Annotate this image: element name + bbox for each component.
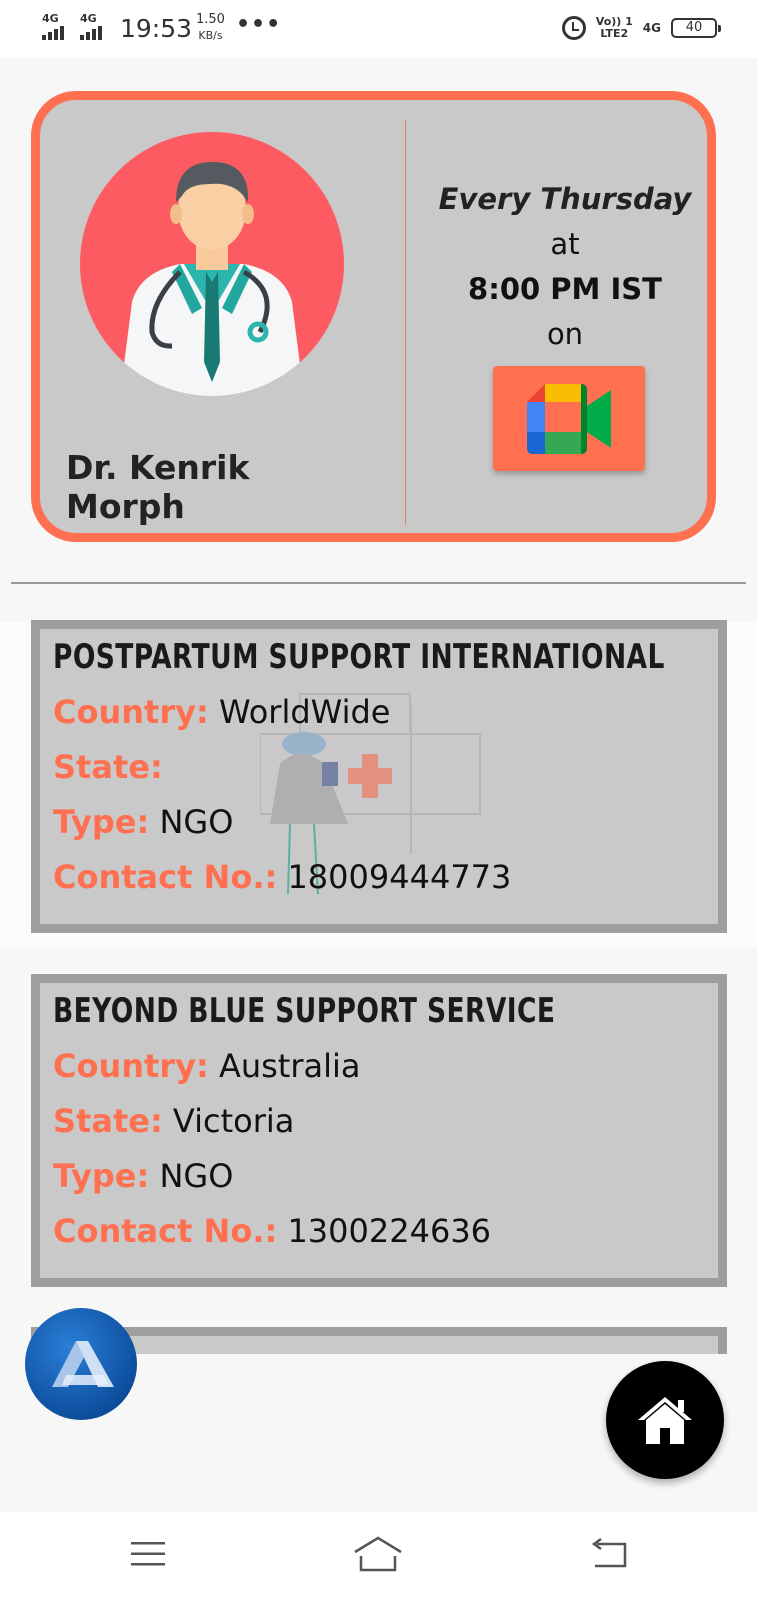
org-card[interactable]: BEYOND BLUE SUPPORT SERVICE Country: Aus…	[31, 974, 727, 1287]
type-label: Type:	[53, 803, 150, 841]
nav-back-button[interactable]	[584, 1534, 634, 1574]
contact-value[interactable]: 1300224636	[287, 1212, 491, 1250]
org-title: POSTPARTUM SUPPORT INTERNATIONAL	[53, 637, 665, 677]
org-state-row: State:	[53, 748, 163, 786]
session-time: 8:00 PM IST	[468, 272, 662, 306]
org-country-row: Country: Australia	[53, 1047, 360, 1085]
network-type-3: 4G	[642, 21, 661, 35]
signal-icon-2	[80, 26, 102, 40]
contact-label: Contact No.:	[53, 1212, 278, 1250]
org-type-row: Type: NGO	[53, 803, 233, 841]
home-icon	[638, 1397, 692, 1444]
type-value: NGO	[159, 803, 234, 841]
country-value: WorldWide	[218, 693, 391, 731]
country-label: Country:	[53, 693, 209, 731]
google-meet-button[interactable]	[493, 366, 645, 471]
nav-home-button[interactable]	[353, 1534, 403, 1574]
system-nav-bar	[0, 1512, 757, 1600]
org-title: BEYOND BLUE SUPPORT SERVICE	[53, 991, 556, 1031]
doctor-name: Dr. Kenrik Morph	[66, 448, 250, 526]
org-type-row: Type: NGO	[53, 1157, 233, 1195]
app-logo-icon	[52, 1341, 114, 1387]
alarm-icon	[561, 16, 586, 40]
nav-menu-button[interactable]	[123, 1534, 173, 1574]
state-value: Victoria	[172, 1102, 295, 1140]
doctor-session-card: Dr. Kenrik Morph Every Thursday at 8:00 …	[31, 91, 716, 542]
menu-icon	[131, 1542, 165, 1566]
network-speed: 1.50 KB/s	[196, 12, 225, 44]
session-day: Every Thursday	[438, 182, 692, 216]
home-outline-icon	[354, 1536, 402, 1572]
status-bar: 4G 4G 19:53 1.50 KB/s ••• Vo)) 1 LTE2 4G…	[0, 0, 757, 58]
back-icon	[591, 1538, 627, 1568]
speed-value: 1.50	[196, 12, 225, 27]
type-label: Type:	[53, 1157, 150, 1195]
org-card[interactable]: POSTPARTUM SUPPORT INTERNATIONAL Country…	[31, 620, 727, 933]
org-contact-row[interactable]: Contact No.: 18009444773	[53, 858, 511, 896]
session-schedule: Every Thursday at 8:00 PM IST on	[420, 176, 710, 356]
app-logo-button[interactable]	[25, 1308, 137, 1420]
doctor-illustration-icon	[120, 162, 304, 396]
signal-icon-1	[42, 26, 64, 40]
google-meet-icon	[527, 383, 611, 454]
contact-label: Contact No.:	[53, 858, 278, 896]
network-type-1: 4G	[42, 12, 59, 25]
speed-unit: KB/s	[198, 29, 223, 42]
session-at: at	[550, 227, 580, 261]
volte-bottom: LTE2	[600, 27, 629, 40]
type-value: NGO	[159, 1157, 234, 1195]
section-divider	[11, 582, 746, 584]
state-label: State:	[53, 748, 163, 786]
card-divider	[405, 120, 406, 525]
country-value: Australia	[218, 1047, 361, 1085]
status-icons: Vo)) 1 LTE2 4G 40	[561, 16, 721, 40]
volte-indicator: Vo)) 1 LTE2	[596, 16, 633, 40]
org-country-row: Country: WorldWide	[53, 693, 390, 731]
clock: 19:53	[120, 14, 193, 43]
org-state-row: State: Victoria	[53, 1102, 294, 1140]
more-notifications-icon: •••	[236, 12, 282, 37]
network-type-2: 4G	[80, 12, 97, 25]
session-on: on	[546, 317, 584, 351]
country-label: Country:	[53, 1047, 209, 1085]
contact-value[interactable]: 18009444773	[287, 858, 511, 896]
battery-icon: 40	[671, 18, 721, 38]
state-label: State:	[53, 1102, 163, 1140]
org-contact-row[interactable]: Contact No.: 1300224636	[53, 1212, 491, 1250]
doctor-avatar	[80, 132, 344, 396]
home-fab-button[interactable]	[606, 1361, 724, 1479]
